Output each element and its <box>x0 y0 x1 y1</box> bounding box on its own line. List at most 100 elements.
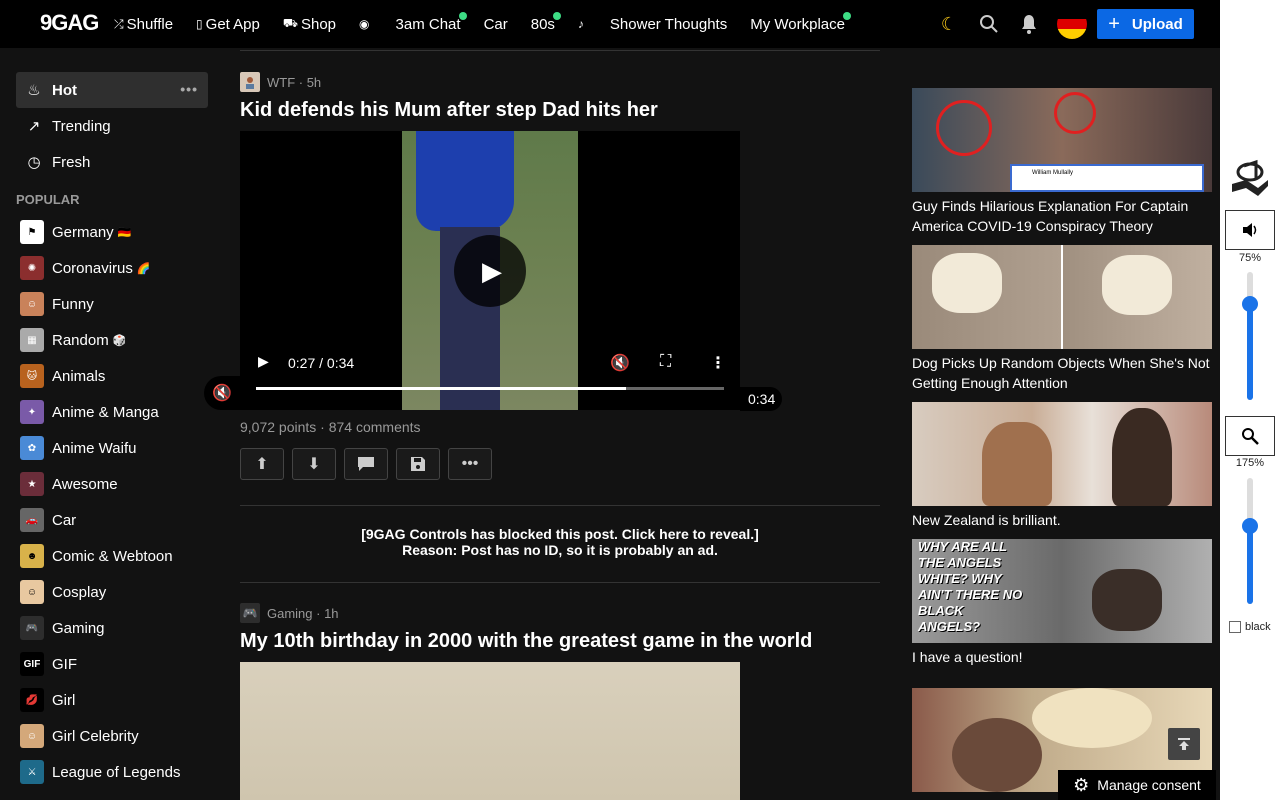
sidebar-section-item[interactable]: ☺ Funny <box>16 286 208 322</box>
more-button[interactable]: ••• <box>448 448 492 480</box>
zoom-slider-knob[interactable] <box>1242 517 1258 534</box>
sidebar-section-item[interactable]: 🎮 Gaming <box>16 610 208 646</box>
section-label: Funny <box>52 295 94 313</box>
sidebar: ♨ Hot ••• ↗ Trending ◷ Fresh POPULAR ⚑ Germany 🇩… <box>16 72 208 790</box>
black-toggle[interactable]: black <box>1229 621 1271 633</box>
sidebar-section-item[interactable]: 🚗 Car <box>16 502 208 538</box>
upvote-button[interactable]: ⬆ <box>240 448 284 480</box>
zoom-slider[interactable] <box>1242 478 1258 604</box>
tweet-author: William Mullally <box>1032 170 1074 176</box>
sidebar-section-item[interactable]: ▦ Random 🎲 <box>16 322 208 358</box>
more-options-icon[interactable]: ••• <box>180 81 198 97</box>
gaming-avatar-icon[interactable]: 🎮 <box>240 603 260 623</box>
dark-mode-icon[interactable]: ☾ <box>937 12 961 36</box>
video-player[interactable]: ▶ ▶ 0:27 / 0:34 🔇 ⛶ ⋮ <box>240 131 740 410</box>
play-icon[interactable]: ▶ <box>258 353 269 370</box>
sidebar-section-item[interactable]: ☻ Comic & Webtoon <box>16 538 208 574</box>
divider <box>240 582 880 583</box>
site-logo[interactable]: 9GAG <box>40 10 99 36</box>
post-stats[interactable]: 9,072 points · 874 comments <box>240 419 421 435</box>
blocked-line-1[interactable]: [9GAG Controls has blocked this post. Cl… <box>240 526 880 542</box>
sidebar-section-item[interactable]: ✦ Anime & Manga <box>16 394 208 430</box>
featured-image[interactable] <box>912 245 1212 349</box>
post-section-time[interactable]: WTF · 5h <box>267 75 321 90</box>
volume-slider-knob[interactable] <box>1242 296 1258 312</box>
nav-item[interactable]: My Workplace <box>750 11 851 33</box>
featured-card[interactable]: Dog Picks Up Random Objects When She's N… <box>912 245 1212 402</box>
manage-consent-button[interactable]: ⚙ Manage consent <box>1058 770 1216 800</box>
section-label: Random <box>52 331 109 349</box>
sidebar-item-hot[interactable]: ♨ Hot ••• <box>16 72 208 108</box>
sidebar-section-item[interactable]: GIF GIF <box>16 646 208 682</box>
sidebar-section-item[interactable]: ☺ Cosplay <box>16 574 208 610</box>
featured-caption[interactable]: I have a question! <box>912 647 1212 667</box>
section-thumbnail: 🚗 <box>20 508 44 532</box>
featured-caption[interactable]: Guy Finds Hilarious Explanation For Capt… <box>912 196 1212 236</box>
sidebar-section-item[interactable]: ✺ Coronavirus 🌈 <box>16 250 208 286</box>
featured-caption[interactable]: New Zealand is brilliant. <box>912 510 1212 530</box>
section-label: Animals <box>52 367 106 385</box>
sidebar-section-item[interactable]: 🐱 Animals <box>16 358 208 394</box>
blocked-post-notice[interactable]: [9GAG Controls has blocked this post. Cl… <box>240 526 880 558</box>
fire-icon: ♨ <box>27 82 41 99</box>
nav-item[interactable]: 3am Chat <box>396 11 467 33</box>
featured-card[interactable]: New Zealand is brilliant. <box>912 402 1212 539</box>
post-title[interactable]: My 10th birthday in 2000 with the greate… <box>240 630 812 653</box>
scroll-to-top-button[interactable] <box>1168 728 1200 760</box>
featured-card[interactable]: William Mullally Guy Finds Hilarious Exp… <box>912 88 1212 245</box>
sidebar-item-trending[interactable]: ↗ Trending <box>16 108 208 144</box>
nav-item[interactable]: ♪ <box>578 17 587 31</box>
volume-slider[interactable] <box>1242 272 1258 400</box>
post-section-time[interactable]: Gaming · 1h <box>267 606 339 621</box>
nav-item[interactable]: ▯ Get App <box>196 16 260 33</box>
nav-item[interactable]: Car <box>484 16 508 33</box>
top-navigation: 9GAG ⤮ Shuffle ▯ Get App ⛟ Shop ◉ 3am Chat Car 80… <box>0 0 1220 48</box>
comment-button[interactable] <box>344 448 388 480</box>
upload-button[interactable]: + Upload <box>1097 9 1194 39</box>
divider <box>240 505 880 506</box>
sidebar-section-item[interactable]: ⚔ League of Legends <box>16 754 208 790</box>
muted-badge-icon[interactable]: 🔇 <box>204 376 240 410</box>
section-thumbnail: ★ <box>20 472 44 496</box>
search-icon[interactable] <box>977 12 1001 36</box>
more-options-icon[interactable]: ⋮ <box>710 353 726 373</box>
notification-bell-icon[interactable] <box>1017 12 1041 36</box>
language-flag[interactable] <box>1057 9 1087 39</box>
sidebar-section-item[interactable]: ★ Awesome <box>16 466 208 502</box>
nav-item[interactable]: Shower Thoughts <box>610 16 727 33</box>
nav-item[interactable]: ◉ <box>359 17 372 31</box>
featured-image[interactable]: William Mullally <box>912 88 1212 192</box>
featured-image[interactable] <box>912 402 1212 506</box>
sidebar-section-item[interactable]: 💋 Girl <box>16 682 208 718</box>
section-thumbnail: 🎮 <box>20 616 44 640</box>
nav-item[interactable]: ⛟ Shop <box>283 16 336 33</box>
sidebar-section-item[interactable]: ☺ Girl Celebrity <box>16 718 208 754</box>
manage-consent-label: Manage consent <box>1097 777 1201 793</box>
post-title[interactable]: Kid defends his Mum after step Dad hits … <box>240 99 658 122</box>
zoom-button[interactable] <box>1225 416 1275 456</box>
section-label: Car <box>52 511 77 529</box>
play-overlay-button[interactable]: ▶ <box>454 235 526 307</box>
fullscreen-icon[interactable]: ⛶ <box>660 353 671 371</box>
volume-button[interactable] <box>1225 210 1275 250</box>
post-image[interactable] <box>240 662 740 800</box>
video-progress-bar[interactable] <box>256 387 724 390</box>
featured-image[interactable]: WHY ARE ALL THE ANGELS WHITE? WHY AIN'T … <box>912 539 1212 643</box>
save-button[interactable] <box>396 448 440 480</box>
section-avatar[interactable] <box>240 72 260 92</box>
section-badge: 🌈 <box>136 262 151 275</box>
downvote-button[interactable]: ⬇ <box>292 448 336 480</box>
sidebar-section-item[interactable]: ✿ Anime Waifu <box>16 430 208 466</box>
post-actions: ⬆ ⬇ ••• <box>240 448 500 480</box>
nav-item[interactable]: ⤮ Shuffle <box>114 16 173 33</box>
black-checkbox[interactable] <box>1229 621 1241 633</box>
nav-item[interactable]: 80s <box>531 11 561 33</box>
section-thumbnail: ☺ <box>20 292 44 316</box>
sidebar-item-label: Hot <box>52 81 77 99</box>
sidebar-section-item[interactable]: ⚑ Germany 🇩🇪 <box>16 214 208 250</box>
featured-caption[interactable]: Dog Picks Up Random Objects When She's N… <box>912 353 1212 393</box>
sidebar-item-fresh[interactable]: ◷ Fresh <box>16 144 208 180</box>
section-label: Anime Waifu <box>52 439 137 457</box>
featured-card[interactable]: WHY ARE ALL THE ANGELS WHITE? WHY AIN'T … <box>912 539 1212 688</box>
mute-icon[interactable]: 🔇 <box>610 353 630 373</box>
